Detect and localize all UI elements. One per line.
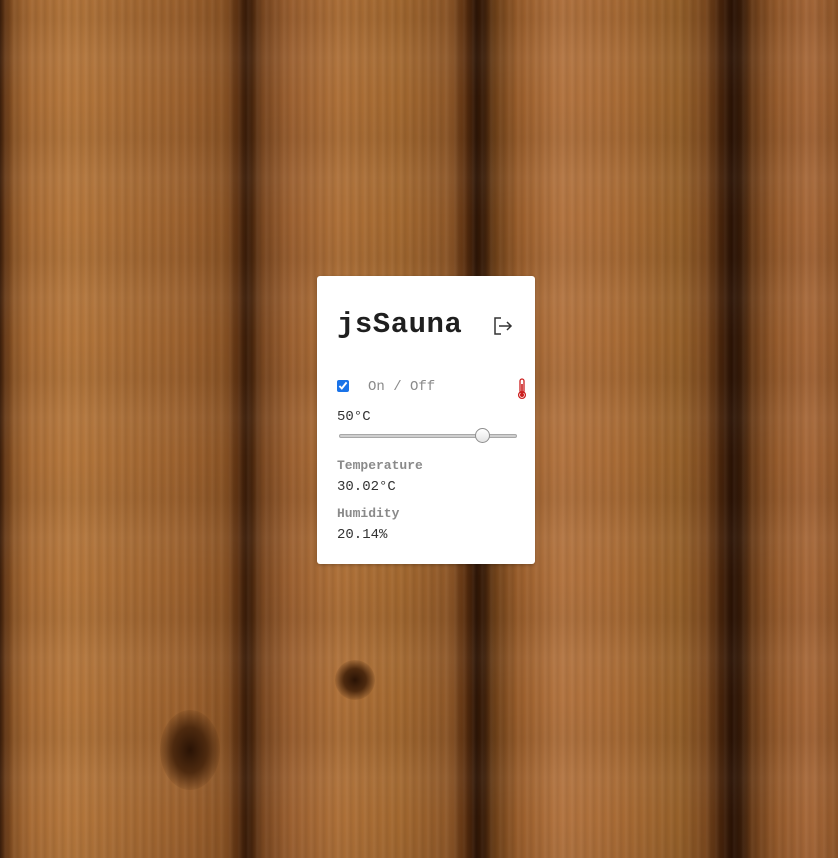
wood-knot	[335, 660, 375, 700]
slider-track[interactable]	[339, 434, 517, 438]
temperature-slider[interactable]	[339, 426, 517, 446]
power-row: On / Off	[337, 378, 527, 400]
humidity-label: Humidity	[337, 506, 400, 521]
thermometer-icon	[517, 378, 527, 400]
power-label: On / Off	[368, 379, 436, 395]
humidity-value: 20.14%	[337, 527, 388, 543]
wood-knot	[160, 710, 220, 790]
setpoint-readout: 50°C	[337, 409, 371, 425]
temperature-value: 30.02°C	[337, 479, 396, 495]
temperature-label: Temperature	[337, 458, 423, 473]
logout-icon[interactable]	[493, 317, 513, 335]
app-title: jsSauna	[337, 308, 463, 341]
power-checkbox[interactable]	[337, 380, 349, 392]
sauna-control-card: jsSauna On / Off 50°C Temperature 30.02°…	[317, 276, 535, 564]
slider-thumb[interactable]	[475, 428, 490, 443]
